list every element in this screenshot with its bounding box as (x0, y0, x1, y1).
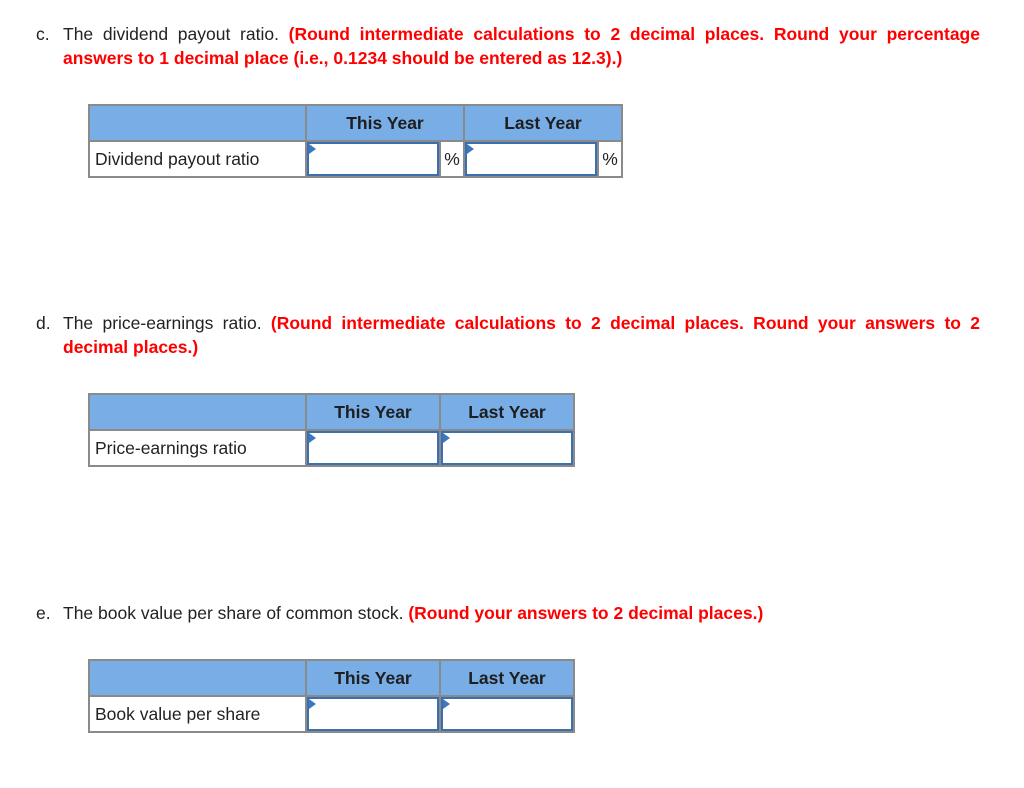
header-row: This Year Last Year (88, 659, 575, 697)
input-flag-icon (309, 144, 316, 154)
header-blank (88, 393, 307, 431)
book-value-table: This Year Last Year Book value per share (88, 659, 575, 733)
header-last-year: Last Year (463, 104, 623, 142)
header-this-year: This Year (305, 393, 441, 431)
dividend-payout-last-year-input[interactable] (465, 142, 597, 176)
question-text: The book value per share of common stock… (63, 601, 980, 625)
book-value-this-year-input[interactable] (307, 697, 439, 731)
row-label: Dividend payout ratio (88, 140, 307, 178)
rounding-instruction: (Round your answers to 2 decimal places.… (408, 603, 764, 623)
question-e: e. The book value per share of common st… (36, 601, 980, 625)
dividend-payout-this-year-input[interactable] (307, 142, 439, 176)
this-year-cell (305, 695, 441, 733)
table-row: Book value per share (88, 695, 575, 733)
table-row: Price-earnings ratio (88, 429, 575, 467)
header-this-year: This Year (305, 659, 441, 697)
input-flag-icon (309, 433, 316, 443)
last-year-cell (439, 429, 575, 467)
question-text: The price-earnings ratio. (Round interme… (63, 311, 980, 359)
question-letter: c. (36, 24, 50, 44)
header-row: This Year Last Year (88, 393, 575, 431)
header-last-year: Last Year (439, 393, 575, 431)
row-label: Book value per share (88, 695, 307, 733)
dividend-payout-table: This Year Last Year Dividend payout rati… (88, 104, 623, 178)
question-d: d. The price-earnings ratio. (Round inte… (36, 311, 980, 359)
question-prompt: The dividend payout ratio. (63, 24, 279, 44)
this-year-cell (305, 140, 441, 178)
percent-suffix: % (597, 140, 623, 178)
question-prompt: The price-earnings ratio. (63, 313, 262, 333)
question-prompt: The book value per share of common stock… (63, 603, 404, 623)
header-this-year: This Year (305, 104, 465, 142)
header-row: This Year Last Year (88, 104, 623, 142)
table-row: Dividend payout ratio % % (88, 140, 623, 178)
question-letter: e. (36, 603, 51, 623)
price-earnings-this-year-input[interactable] (307, 431, 439, 465)
last-year-cell (463, 140, 599, 178)
percent-suffix: % (439, 140, 465, 178)
this-year-cell (305, 429, 441, 467)
header-blank (88, 659, 307, 697)
price-earnings-table: This Year Last Year Price-earnings ratio (88, 393, 575, 467)
input-flag-icon (443, 433, 450, 443)
question-c: c. The dividend payout ratio. (Round int… (36, 22, 980, 70)
book-value-last-year-input[interactable] (441, 697, 573, 731)
price-earnings-last-year-input[interactable] (441, 431, 573, 465)
header-blank (88, 104, 307, 142)
input-flag-icon (467, 144, 474, 154)
last-year-cell (439, 695, 575, 733)
input-flag-icon (443, 699, 450, 709)
input-flag-icon (309, 699, 316, 709)
header-last-year: Last Year (439, 659, 575, 697)
question-letter: d. (36, 313, 51, 333)
row-label: Price-earnings ratio (88, 429, 307, 467)
question-text: The dividend payout ratio. (Round interm… (63, 22, 980, 70)
